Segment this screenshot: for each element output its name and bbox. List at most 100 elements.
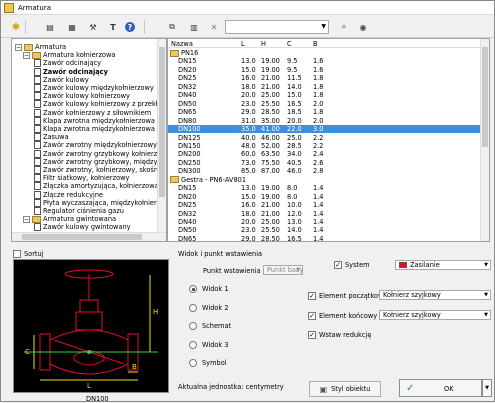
binoculars-icon[interactable]: ◉ [356, 20, 370, 34]
table-group-row[interactable]: Gestra - PN6-AV801 [168, 176, 482, 184]
table-row[interactable]: DN32 18.0 21.00 12.0 1.4 [168, 210, 482, 218]
table-cell: 21.00 [261, 74, 280, 83]
table-row[interactable]: DN40 20.0 25.00 13.0 1.4 [168, 218, 482, 226]
table-cell: 13.0 [241, 184, 256, 193]
document-icon [34, 125, 41, 133]
radio-button[interactable] [189, 340, 197, 349]
collapse-icon[interactable]: − [23, 51, 30, 59]
table-vertical-scrollbar[interactable] [480, 39, 489, 241]
table-row[interactable]: DN50 23.0 25.50 14.0 1.4 [168, 226, 482, 234]
view-radio-option[interactable]: Schemat [189, 322, 231, 330]
gland [79, 299, 99, 313]
view-radio-option[interactable]: Widok 1 [189, 285, 229, 293]
insert-reduction-checkbox-box[interactable]: ✓ [308, 331, 316, 339]
view-radio-option[interactable]: Symbol [189, 359, 227, 367]
table-row[interactable]: DN65 29.0 28.50 16.5 1.4 [168, 234, 482, 242]
table-row[interactable]: DN300 85.0 87.00 46.0 2.8 [168, 167, 482, 175]
tree-folder-item[interactable]: − Armatura [15, 42, 66, 52]
table-cell: 28.50 [261, 108, 280, 117]
view-radio-option[interactable]: Widok 3 [189, 340, 229, 349]
table-cell: 25.50 [261, 99, 280, 108]
table-row[interactable]: DN250 73.0 75.50 40.5 2.6 [168, 159, 482, 167]
table-row[interactable]: DN150 48.0 52.00 28.5 2.2 [168, 142, 482, 150]
tree-item-label: Płyta wyczaszająca, międzykołnierzowa [43, 198, 167, 207]
table-icon[interactable]: ▦ [65, 20, 79, 34]
system-checkbox[interactable]: ✓ System [334, 261, 370, 269]
table-row[interactable]: DN15 13.0 19.00 8.0 1.4 [168, 184, 482, 192]
delete-icon[interactable]: ✕ [207, 20, 221, 34]
document-icon [34, 116, 41, 125]
column-header[interactable]: L [241, 40, 245, 48]
radio-button[interactable] [189, 303, 197, 312]
copy-icon[interactable]: ⧉ [165, 20, 179, 34]
table-cell: 60.0 [241, 150, 256, 159]
table-cell: 16.5 [287, 234, 302, 242]
object-style-button[interactable]: ▣ Styl obiektu [309, 381, 381, 397]
list-icon[interactable]: ▤ [43, 20, 57, 34]
tools-icon[interactable]: ⚒ [86, 20, 100, 34]
table-cell: 20.0 [241, 218, 256, 226]
tree-item-label: Zawór zwrotny grzybkowy kołnierzowy [43, 149, 167, 158]
collapse-icon[interactable]: − [15, 43, 22, 51]
table-cell: 11.5 [287, 74, 302, 83]
ok-dropdown-button[interactable]: ▼ [482, 379, 492, 397]
table-group-row[interactable]: PN16 [168, 49, 482, 57]
help-icon[interactable]: ? [125, 22, 135, 32]
table-cell: DN20 [178, 65, 197, 74]
table-row[interactable]: DN80 31.0 35.00 20.0 2.0 [168, 117, 482, 125]
element-start-checkbox[interactable]: ✓ Element początkowy [308, 292, 387, 300]
element-start-select[interactable]: Kołnierz szyjkowy ▼ [379, 290, 491, 300]
tree-item-label: Zawór odcinający [43, 59, 102, 68]
sort-checkbox-box[interactable] [13, 250, 21, 258]
collapse-icon[interactable]: − [23, 215, 30, 223]
radio-button[interactable] [189, 285, 197, 293]
table-row[interactable]: DN65 29.0 28.50 18.5 1.8 [168, 108, 482, 116]
table-cell: DN50 [178, 99, 197, 108]
system-select[interactable]: Zasilanie ▼ [395, 260, 491, 270]
view-radio-option[interactable]: Widok 2 [189, 303, 229, 312]
ok-button[interactable]: ✓ OK [399, 379, 482, 397]
column-header[interactable]: Nazwa [171, 40, 193, 48]
table-row[interactable]: DN25 16.0 21.00 10.0 1.4 [168, 201, 482, 209]
search-icon[interactable]: ⌕ [337, 20, 351, 34]
gear-icon[interactable]: ✱ [9, 20, 23, 34]
table-cell: 25.0 [287, 133, 302, 142]
column-header[interactable]: H [261, 40, 266, 48]
table-row[interactable]: DN40 20.0 25.00 15.0 1.8 [168, 91, 482, 99]
table-cell: 18.0 [241, 209, 256, 218]
table-row[interactable]: DN25 16.0 21.00 11.5 1.8 [168, 74, 482, 82]
element-end-checkbox[interactable]: ✓ Element końcowy [308, 312, 377, 320]
element-end-select[interactable]: Kołnierz szyjkowy ▼ [379, 310, 491, 320]
radio-button[interactable] [189, 322, 197, 330]
table-row[interactable]: DN100 35.0 41.00 22.0 3.0 [168, 125, 482, 134]
table-row[interactable]: DN32 18.0 21.00 14.0 1.8 [168, 83, 482, 91]
insert-reduction-checkbox[interactable]: ✓ Wstaw redukcję [308, 331, 371, 339]
table-row[interactable]: DN200 60.0 63.50 34.0 2.4 [168, 150, 482, 158]
text-format-icon[interactable]: T [106, 20, 120, 34]
filter-combo[interactable]: ▼ [225, 20, 329, 34]
table-header: Nazwa L H C B [168, 39, 482, 48]
dim-h-label: H [153, 308, 158, 316]
table-cell: 2.2 [313, 133, 324, 142]
dimensions-table[interactable]: Nazwa L H C B PN16 DN15 13.0 19.00 9.5 1.6 DN20 15.… [167, 38, 490, 242]
sort-checkbox[interactable]: Sortuj [13, 250, 44, 258]
tree-horizontal-scrollbar[interactable] [12, 232, 166, 241]
table-row[interactable]: DN125 40.0 46.00 25.0 2.2 [168, 134, 482, 142]
radio-button[interactable] [189, 359, 197, 367]
element-start-checkbox-box[interactable]: ✓ [308, 292, 316, 300]
tree-vertical-scrollbar[interactable] [157, 39, 166, 241]
system-checkbox-box[interactable]: ✓ [334, 261, 342, 269]
tree-item-label: Zawór zwrotny, kołnierzowy, skośny [43, 166, 162, 174]
table-row[interactable]: DN15 13.0 19.00 9.5 1.6 [168, 57, 482, 65]
table-cell: 16.0 [241, 201, 256, 210]
element-end-checkbox-box[interactable]: ✓ [308, 312, 316, 320]
grid-icon[interactable]: ▥ [187, 20, 201, 34]
table-row[interactable]: DN20 15.0 19.00 8.0 1.4 [168, 193, 482, 201]
catalog-tree[interactable]: Zawór kulowy gwintowanyZawór kulowy gwin… [11, 38, 167, 242]
table-row[interactable]: DN50 23.0 25.50 16.5 2.0 [168, 100, 482, 108]
table-row[interactable]: DN20 15.0 19.00 9.5 1.6 [168, 66, 482, 74]
column-header[interactable]: B [313, 40, 318, 48]
insert-point-select[interactable]: Punkt bazy ▼ [263, 265, 303, 275]
table-cell: 18.5 [287, 108, 302, 117]
column-header[interactable]: C [287, 40, 292, 48]
